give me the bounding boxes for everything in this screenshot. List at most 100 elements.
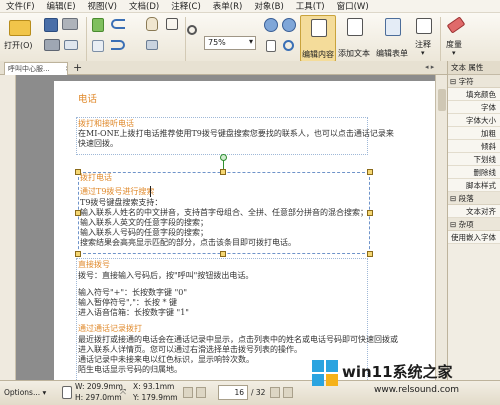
menu-object[interactable]: 对象(B) (254, 0, 283, 12)
edit-form-button[interactable]: 编辑表单 (376, 15, 412, 62)
print-icon[interactable] (44, 39, 60, 51)
section-character[interactable]: ⊟ 字符 (448, 75, 500, 88)
zoom-select[interactable]: 75% ▾ (204, 36, 256, 50)
watermark-logo-part (326, 360, 338, 372)
watermark-logo (312, 360, 338, 386)
block-heading: 拨打电话 (80, 173, 112, 182)
collapse-icon: ⊟ (450, 77, 459, 86)
total-pages: / 32 (251, 388, 266, 397)
position-icon: ⤧ (120, 387, 126, 396)
rotate-handle[interactable] (220, 154, 227, 161)
resize-handle[interactable] (220, 251, 226, 257)
comment-button[interactable]: 注释 ▾ (413, 15, 437, 62)
resize-handle[interactable] (367, 169, 373, 175)
zoom-value: 75% (208, 38, 226, 47)
menu-tools[interactable]: 工具(T) (296, 0, 325, 12)
property-strikethrough[interactable]: 删除线 (448, 166, 500, 179)
previous-page-button[interactable] (196, 387, 206, 398)
edit-content-button[interactable]: 编辑内容 (300, 15, 336, 62)
property-underline[interactable]: 下划线 (448, 153, 500, 166)
next-page-button[interactable] (270, 387, 280, 398)
watermark-logo-part (326, 374, 338, 386)
collapse-icon: ⊟ (450, 194, 459, 203)
property-text-align[interactable]: 文本对齐 (448, 205, 500, 218)
menu-edit[interactable]: 编辑(E) (47, 0, 76, 12)
folder-icon (9, 20, 31, 36)
menu-window[interactable]: 窗口(W) (337, 0, 369, 12)
save-icon[interactable] (44, 18, 58, 32)
property-fill-color[interactable]: 填充颜色 (448, 88, 500, 101)
toolbar-separator (440, 17, 441, 63)
document-tab-label: 呼叫中心服... (8, 65, 50, 73)
comment-icon (416, 18, 432, 34)
section-misc[interactable]: ⊟ 杂项 (448, 218, 500, 231)
vertical-scrollbar[interactable] (435, 75, 447, 380)
zoom-out-icon[interactable] (264, 18, 278, 32)
last-page-button[interactable] (283, 387, 293, 398)
paragraph-line: 输入暂停符号","：长按 * 键 (78, 298, 177, 307)
copy-icon[interactable] (92, 40, 104, 52)
options-button[interactable]: Options... ▾ (4, 388, 46, 397)
email-icon[interactable] (64, 40, 78, 50)
close-icon[interactable]: ✕ (65, 63, 67, 75)
resize-handle[interactable] (220, 169, 226, 175)
add-text-button[interactable]: 添加文本 (338, 15, 374, 62)
paragraph-line: 在MI-ONE上拨打电话推荐使用T9拨号键盘搜索您要找的联系人，也可以点击通话记… (78, 129, 394, 138)
property-script-style[interactable]: 脚本样式 (448, 179, 500, 192)
paragraph-line: 输入联系人英文的任意字段的搜索； (80, 218, 208, 227)
property-italic[interactable]: 倾斜 (448, 140, 500, 153)
menu-bar: 文件(F) 编辑(E) 视图(V) 文档(D) 注释(C) 表单(R) 对象(B… (0, 0, 500, 13)
menu-comment[interactable]: 注释(C) (171, 0, 201, 12)
scanner-icon[interactable] (62, 18, 78, 30)
menu-file[interactable]: 文件(F) (6, 0, 35, 12)
section-label: 字符 (458, 77, 474, 86)
edit-form-label: 编辑表单 (376, 49, 408, 58)
new-tab-icon[interactable]: + (73, 62, 82, 74)
property-font-size[interactable]: 字体大小 (448, 114, 500, 127)
resize-handle[interactable] (367, 251, 373, 257)
toolbar-separator (86, 17, 87, 63)
toolbar: 打开(O) 75% ▾ 编辑内容 添加文本 编辑表单 注释 ▾ 度量 ▾ (0, 13, 500, 67)
resize-handle[interactable] (75, 251, 81, 257)
menu-document[interactable]: 文档(D) (129, 0, 159, 12)
section-label: 段落 (458, 194, 474, 203)
scrollbar-thumb[interactable] (438, 89, 446, 111)
paragraph-line: 陌生电话显示号码的归属地。 (78, 365, 182, 374)
page-number-input[interactable]: 16 (218, 385, 248, 400)
hand-tool-icon[interactable] (146, 17, 158, 31)
undo-icon[interactable] (111, 19, 125, 29)
redo-icon[interactable] (111, 40, 125, 50)
left-navigation-strip[interactable] (0, 75, 16, 380)
page-add-icon[interactable] (92, 18, 104, 32)
chevron-down-icon: ▾ (42, 388, 47, 397)
menu-form[interactable]: 表单(R) (213, 0, 243, 12)
tab-scroll-icon[interactable]: ◂ ▸ (425, 63, 434, 71)
paragraph-line: 输入联系人姓名的中文拼音，支持首字母组合、全拼、任意部分拼音的混合搜索； (80, 208, 368, 217)
section-paragraph[interactable]: ⊟ 段落 (448, 192, 500, 205)
select-text-icon[interactable] (166, 18, 178, 30)
property-embed-font[interactable]: 使用嵌入字体 (448, 231, 500, 244)
open-button[interactable]: 打开(O) (3, 16, 37, 60)
options-label: Options... (4, 388, 41, 397)
add-text-icon (347, 18, 363, 36)
open-button-label: 打开(O) (4, 41, 33, 50)
properties-panel: 文本 属性 ⊟ 字符 填充颜色 字体 字体大小 加粗 倾斜 下划线 删除线 脚本… (447, 61, 500, 380)
section-title: 电话 (78, 94, 98, 105)
property-bold[interactable]: 加粗 (448, 127, 500, 140)
paragraph-title: 拨打和接听电话 (78, 119, 134, 128)
edit-content-label: 编辑内容 (302, 50, 334, 59)
chevron-down-icon: ▾ (452, 49, 456, 57)
paragraph-line: T9拨号键盘搜索支持： (80, 198, 163, 207)
first-page-button[interactable] (183, 387, 193, 398)
menu-view[interactable]: 视图(V) (88, 0, 117, 12)
add-text-label: 添加文本 (338, 49, 370, 58)
rotate-icon[interactable] (283, 40, 294, 51)
snapshot-icon[interactable] (146, 40, 158, 50)
zoom-in-icon[interactable] (282, 18, 296, 32)
property-font[interactable]: 字体 (448, 101, 500, 114)
fit-page-icon[interactable] (266, 40, 276, 52)
height-readout: H: 297.0mm (75, 393, 122, 402)
document-tab[interactable]: 呼叫中心服... ✕ (4, 62, 68, 75)
measure-button[interactable]: 度量 ▾ (444, 15, 468, 62)
zoom-tool-icon[interactable] (187, 25, 197, 35)
